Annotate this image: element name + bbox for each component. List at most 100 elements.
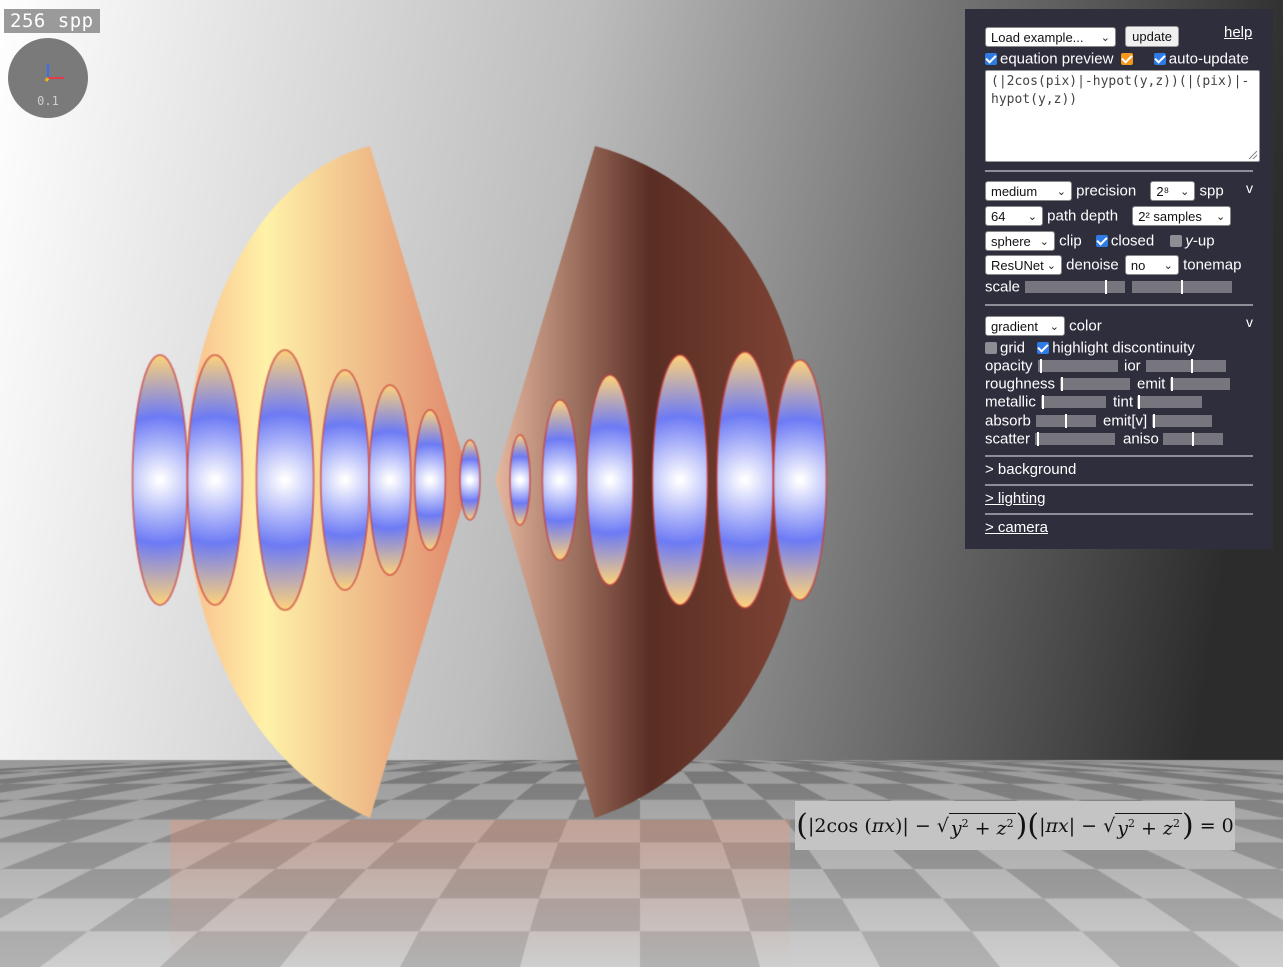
emit-slider[interactable] bbox=[1170, 377, 1230, 391]
resize-handle-icon[interactable] bbox=[1249, 151, 1257, 159]
tint-label: tint bbox=[1113, 393, 1134, 411]
chevron-down-icon: ⌄ bbox=[1049, 321, 1059, 333]
slider-thumb[interactable] bbox=[1153, 414, 1155, 428]
auto-update-checkbox[interactable] bbox=[1153, 53, 1166, 66]
render-section-toggle[interactable]: v bbox=[1246, 180, 1253, 196]
slider-thumb[interactable] bbox=[1191, 359, 1193, 373]
axes-scale-label: 0.1 bbox=[37, 94, 59, 108]
divider bbox=[985, 455, 1253, 457]
equation-preview-label: equation preview bbox=[1000, 50, 1114, 68]
chevron-down-icon: ⌄ bbox=[1039, 236, 1049, 248]
color-label: color bbox=[1069, 317, 1102, 335]
spp-select-value: 2⁸ bbox=[1156, 184, 1170, 199]
divider bbox=[985, 170, 1253, 172]
chevron-down-icon: ⌄ bbox=[1027, 211, 1037, 223]
closed-checkbox[interactable] bbox=[1095, 235, 1108, 247]
divider bbox=[985, 484, 1253, 486]
denoise-select-value: ResUNet bbox=[991, 258, 1044, 273]
background-section-toggle[interactable]: > background bbox=[985, 461, 1076, 478]
slider-thumb[interactable] bbox=[1105, 280, 1107, 294]
color-mode-select-value: gradient bbox=[991, 319, 1038, 334]
camera-section-toggle[interactable]: > camera bbox=[985, 519, 1048, 536]
path-depth-select-value: 64 bbox=[991, 209, 1006, 224]
tonemap-label: tonemap bbox=[1183, 256, 1242, 274]
slider-thumb[interactable] bbox=[1065, 414, 1067, 428]
ior-label: ior bbox=[1124, 357, 1141, 375]
precision-label: precision bbox=[1076, 182, 1137, 200]
equation-input[interactable]: (|2cos(pix)|-hypot(y,z))(|(pix)|-hypot(y… bbox=[985, 70, 1260, 162]
precision-select-value: medium bbox=[991, 184, 1038, 199]
y-up-checkbox[interactable] bbox=[1170, 235, 1183, 247]
grid-checkbox[interactable] bbox=[985, 342, 997, 355]
y-up-label: y-up bbox=[1185, 233, 1214, 250]
clip-select-value: sphere bbox=[991, 234, 1031, 249]
emit-v-label: emit[v] bbox=[1103, 412, 1148, 430]
highlight-discontinuity-checkbox[interactable] bbox=[1037, 342, 1050, 355]
color-mode-select[interactable]: gradient ⌄ bbox=[985, 316, 1065, 336]
tint-slider[interactable] bbox=[1137, 395, 1202, 409]
precision-select[interactable]: medium ⌄ bbox=[985, 181, 1072, 201]
chevron-down-icon: ⌄ bbox=[1056, 186, 1066, 198]
scale-slider[interactable] bbox=[1025, 280, 1125, 294]
chevron-down-icon: ⌄ bbox=[1163, 260, 1173, 272]
material-section-toggle[interactable]: v bbox=[1246, 314, 1253, 330]
scatter-slider[interactable] bbox=[1035, 432, 1115, 446]
slider-thumb[interactable] bbox=[1037, 432, 1039, 446]
slider-thumb[interactable] bbox=[1040, 359, 1042, 373]
load-example-value: Load example... bbox=[991, 29, 1084, 45]
absorb-label: absorb bbox=[985, 412, 1031, 430]
lighting-section-toggle[interactable]: > lighting bbox=[985, 490, 1045, 507]
roughness-slider[interactable] bbox=[1060, 377, 1130, 391]
aniso-label: aniso bbox=[1123, 430, 1159, 448]
emit-v-slider[interactable] bbox=[1152, 414, 1212, 428]
divider bbox=[985, 513, 1253, 515]
slider-thumb[interactable] bbox=[1042, 395, 1044, 409]
clip-select[interactable]: sphere ⌄ bbox=[985, 231, 1055, 251]
clip-label: clip bbox=[1059, 232, 1082, 250]
scale-label: scale bbox=[985, 278, 1021, 296]
equation-input-text: (|2cos(pix)|-hypot(y,z))(|(pix)|-hypot(y… bbox=[991, 74, 1250, 107]
equation-preview-checkbox[interactable] bbox=[985, 53, 997, 66]
slider-thumb[interactable] bbox=[1061, 377, 1063, 391]
y-up-label-italic: y bbox=[1185, 232, 1193, 250]
ior-slider[interactable] bbox=[1146, 359, 1226, 373]
path-depth-label: path depth bbox=[1047, 207, 1119, 225]
samples-select-value: 2² samples bbox=[1138, 209, 1202, 224]
scale-slider-2[interactable] bbox=[1132, 280, 1232, 294]
load-example-select[interactable]: Load example... ⌄ bbox=[985, 26, 1116, 47]
highlight-discontinuity-label: highlight discontinuity bbox=[1052, 339, 1195, 357]
axes-gizmo[interactable]: 0.1 bbox=[8, 38, 88, 118]
y-up-label-rest: -up bbox=[1192, 232, 1215, 250]
chevron-down-icon: ⌄ bbox=[1100, 31, 1110, 44]
tonemap-select-value: no bbox=[1130, 258, 1146, 273]
metallic-label: metallic bbox=[985, 393, 1036, 411]
denoise-label: denoise bbox=[1066, 256, 1119, 274]
slider-thumb[interactable] bbox=[1138, 395, 1140, 409]
path-depth-select[interactable]: 64 ⌄ bbox=[985, 206, 1043, 226]
slider-thumb[interactable] bbox=[1171, 377, 1173, 391]
absorb-slider[interactable] bbox=[1036, 414, 1096, 428]
auto-update-label: auto-update bbox=[1168, 50, 1249, 68]
grid-label: grid bbox=[1000, 339, 1026, 357]
chevron-down-icon: ⌄ bbox=[1216, 211, 1226, 223]
metallic-slider[interactable] bbox=[1041, 395, 1106, 409]
spp-select[interactable]: 2⁸ ⌄ bbox=[1150, 181, 1196, 201]
opacity-label: opacity bbox=[985, 357, 1033, 375]
aniso-slider[interactable] bbox=[1163, 432, 1223, 446]
slider-thumb[interactable] bbox=[1181, 280, 1183, 294]
emit-label: emit bbox=[1137, 375, 1166, 393]
update-button[interactable]: update bbox=[1125, 26, 1179, 47]
chevron-down-icon: ⌄ bbox=[1046, 260, 1056, 272]
equation-preview-extra-checkbox[interactable] bbox=[1120, 53, 1133, 66]
tonemap-select[interactable]: no ⌄ bbox=[1124, 255, 1179, 275]
spp-label: spp bbox=[1199, 182, 1224, 200]
denoise-select[interactable]: ResUNet ⌄ bbox=[985, 255, 1062, 275]
spp-counter-badge: 256 spp bbox=[4, 9, 100, 33]
closed-label: closed bbox=[1110, 232, 1155, 250]
samples-select[interactable]: 2² samples ⌄ bbox=[1132, 206, 1232, 226]
help-link[interactable]: help bbox=[1224, 24, 1252, 41]
slider-thumb[interactable] bbox=[1192, 432, 1194, 446]
opacity-slider[interactable] bbox=[1038, 359, 1118, 373]
z-axis-icon bbox=[44, 77, 50, 82]
chevron-down-icon: ⌄ bbox=[1180, 186, 1190, 198]
